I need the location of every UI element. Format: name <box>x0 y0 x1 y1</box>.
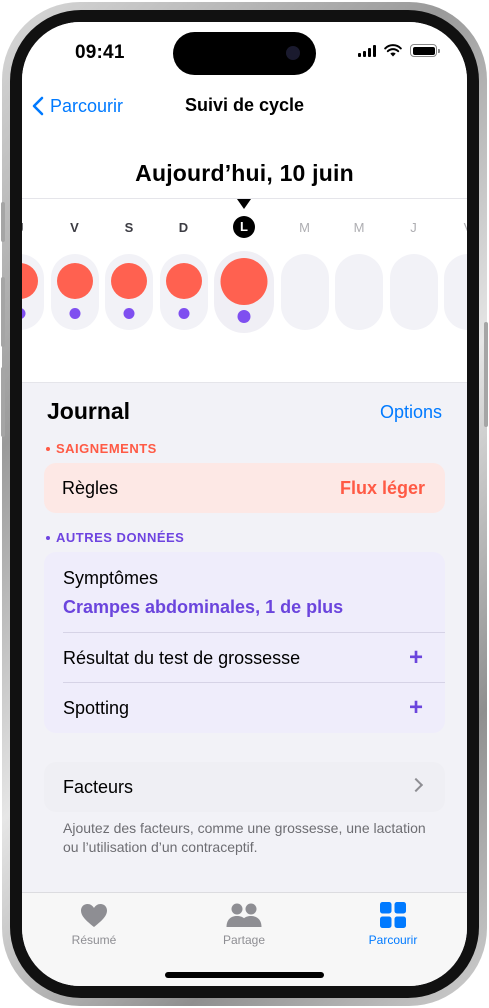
cellular-signal-icon <box>358 44 376 57</box>
period-flow-marker <box>111 263 147 299</box>
bullet-icon <box>46 535 50 540</box>
symptoms-title: Symptômes <box>63 568 159 588</box>
power-button <box>484 322 488 427</box>
people-icon <box>226 903 262 927</box>
day-letter: V <box>70 220 79 235</box>
page-title: Suivi de cycle <box>184 95 305 115</box>
home-indicator[interactable] <box>165 972 324 978</box>
tab-summary-label: Résumé <box>71 933 117 947</box>
day-letter: L <box>233 216 255 238</box>
period-flow-marker <box>220 258 268 305</box>
day-letter: M <box>353 220 365 235</box>
period-flow-marker <box>56 263 93 299</box>
spotting-label: Spotting <box>63 697 130 718</box>
journal-title: Journal <box>47 398 131 424</box>
bleeding-section-label: SAIGNEMENTS <box>46 441 157 456</box>
status-icons <box>358 44 440 57</box>
grid-icon <box>380 902 406 928</box>
period-label: Règles <box>62 478 119 498</box>
options-button[interactable]: Options <box>380 402 442 423</box>
navigation-bar: Parcourir Suivi de cycle <box>22 88 467 124</box>
symptom-marker <box>22 308 26 319</box>
day-cell[interactable] <box>159 254 208 330</box>
symptom-marker <box>237 310 251 323</box>
today-pointer-icon <box>237 199 251 209</box>
volume-up-button <box>1 277 5 347</box>
tab-summary[interactable]: Résumé <box>34 901 154 947</box>
day-letter: M <box>299 220 310 235</box>
other-data-section-text: AUTRES DONNÉES <box>56 530 185 545</box>
bullet-icon <box>46 446 50 451</box>
symptom-marker <box>69 308 80 319</box>
status-time: 09:41 <box>75 42 125 63</box>
tab-browse[interactable]: Parcourir <box>333 901 453 947</box>
plus-icon[interactable]: + <box>409 646 423 670</box>
wifi-icon <box>384 44 402 57</box>
screen: 09:41 Parcourir Suivi de cycle Aujourd’h <box>22 22 467 986</box>
symptoms-value: Crampes abdominales, 1 de plus <box>63 597 344 617</box>
day-cell-today[interactable] <box>214 251 274 333</box>
status-bar: 09:41 <box>22 22 467 82</box>
symptom-marker <box>178 308 189 319</box>
day-letter: J <box>410 220 417 235</box>
day-cell[interactable] <box>105 254 153 330</box>
tab-browse-label: Parcourir <box>368 933 418 947</box>
factors-row[interactable]: Facteurs <box>44 762 445 812</box>
other-data-section-label: AUTRES DONNÉES <box>46 530 184 545</box>
day-cell[interactable] <box>335 254 383 330</box>
day-cell[interactable] <box>444 254 467 330</box>
other-data-card: Symptômes Crampes abdominales, 1 de plus… <box>44 552 445 733</box>
battery-icon <box>410 44 440 57</box>
action-button <box>1 202 5 242</box>
period-flow-marker <box>22 263 38 299</box>
day-letter: S <box>124 220 134 235</box>
period-flow-marker <box>165 263 202 299</box>
day-letter: D <box>178 220 189 235</box>
day-cell[interactable] <box>389 254 438 330</box>
symptom-marker <box>123 308 135 319</box>
period-flow-value: Flux léger <box>339 478 425 498</box>
period-row[interactable]: Règles Flux léger <box>44 463 445 513</box>
plus-icon[interactable]: + <box>409 696 423 720</box>
pregnancy-test-row[interactable]: Résultat du test de grossesse + <box>63 633 423 683</box>
chevron-right-icon <box>408 777 424 793</box>
day-cell[interactable] <box>280 254 329 330</box>
spotting-row[interactable]: Spotting + <box>63 683 423 733</box>
day-cell[interactable] <box>50 254 99 330</box>
calendar-bottom-divider <box>22 382 467 383</box>
camera-icon <box>286 46 300 60</box>
dynamic-island <box>173 32 316 75</box>
factors-note: Ajoutez des facteurs, comme une grossess… <box>63 820 426 855</box>
pregnancy-test-label: Résultat du test de grossesse <box>63 647 301 668</box>
tab-sharing[interactable]: Partage <box>184 901 304 947</box>
tab-sharing-label: Partage <box>222 933 266 947</box>
volume-down-button <box>1 367 5 437</box>
date-heading: Aujourd’hui, 10 juin <box>135 160 354 186</box>
day-letter: V <box>456 220 467 235</box>
day-letter: J <box>22 220 32 235</box>
bleeding-section-text: SAIGNEMENTS <box>56 441 157 456</box>
factors-label: Facteurs <box>63 777 134 797</box>
heart-icon <box>81 903 107 927</box>
